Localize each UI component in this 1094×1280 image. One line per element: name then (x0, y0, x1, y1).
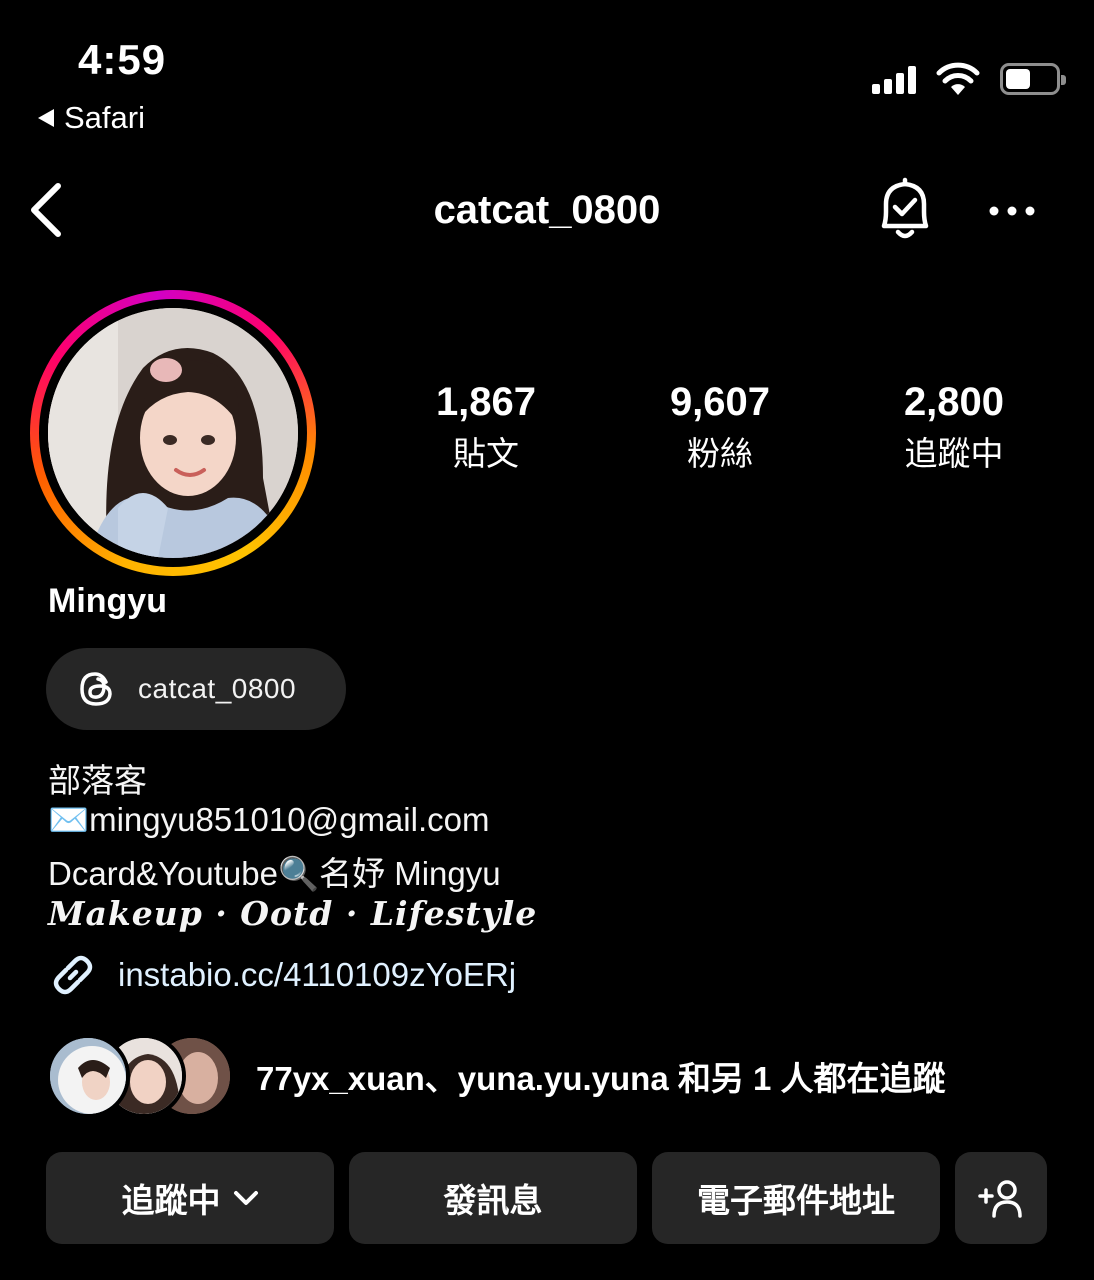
threads-handle: catcat_0800 (138, 673, 297, 704)
status-time: 4:59 (78, 36, 167, 83)
message-button[interactable]: 發訊息 (349, 1152, 637, 1244)
followers-count: 9,607 (669, 380, 771, 424)
mutual-followers[interactable]: 77yx_xuan、yuna.yu.yuna 和另 1 人都在追蹤 (46, 1034, 946, 1118)
battery-icon (1000, 63, 1066, 95)
followers-label: 粉絲 (687, 435, 753, 472)
display-name: Mingyu (48, 582, 167, 620)
back-to-safari[interactable]: Safari (38, 100, 145, 136)
email-button[interactable]: 電子郵件地址 (652, 1152, 940, 1244)
more-options-icon[interactable] (986, 196, 1038, 226)
stat-followers[interactable]: 9,607 粉絲 (620, 380, 820, 475)
bio-link-text: instabio.cc/4110109zYoERj (118, 956, 517, 993)
message-button-label: 發訊息 (443, 1182, 543, 1219)
wifi-icon (936, 62, 980, 95)
threads-badge-button[interactable]: catcat_0800 (46, 648, 346, 730)
bio-link[interactable]: instabio.cc/4110109zYoERj (48, 950, 516, 1000)
bio-email: ✉️mingyu851010@gmail.com (48, 801, 490, 838)
suggested-users-button[interactable] (955, 1152, 1047, 1244)
chevron-down-icon (233, 1191, 258, 1205)
profile-avatar (48, 308, 298, 558)
bio-platforms: Dcard&Youtube🔍名妤 Mingyu (48, 855, 501, 892)
mutual-follower-avatars (46, 1034, 236, 1118)
bio-category: 部落客 (48, 762, 147, 799)
back-app-label: Safari (64, 100, 145, 135)
cellular-signal-icon (872, 64, 916, 94)
following-button-label: 追蹤中 (121, 1182, 221, 1219)
following-count: 2,800 (903, 380, 1005, 424)
mutual-avatar-1 (46, 1034, 130, 1118)
profile-avatar-story-ring[interactable] (30, 290, 316, 576)
email-button-label: 電子郵件地址 (697, 1182, 895, 1219)
posts-label: 貼文 (453, 435, 519, 472)
stat-following[interactable]: 2,800 追蹤中 (854, 380, 1054, 475)
status-icons (872, 62, 1066, 96)
bio-tagline: Makeup · Ootd · Lifestyle (48, 894, 538, 933)
posts-count: 1,867 (435, 380, 537, 424)
threads-icon (80, 672, 112, 706)
back-triangle-icon (38, 109, 54, 127)
following-button[interactable]: 追蹤中 (46, 1152, 334, 1244)
following-label: 追蹤中 (904, 435, 1004, 472)
mutual-followers-text: 77yx_xuan、yuna.yu.yuna 和另 1 人都在追蹤 (256, 1060, 946, 1097)
stat-posts[interactable]: 1,867 貼文 (386, 380, 586, 475)
notification-bell-icon[interactable] (872, 176, 938, 246)
add-person-icon (978, 1180, 1022, 1218)
link-chain-icon (53, 955, 93, 995)
